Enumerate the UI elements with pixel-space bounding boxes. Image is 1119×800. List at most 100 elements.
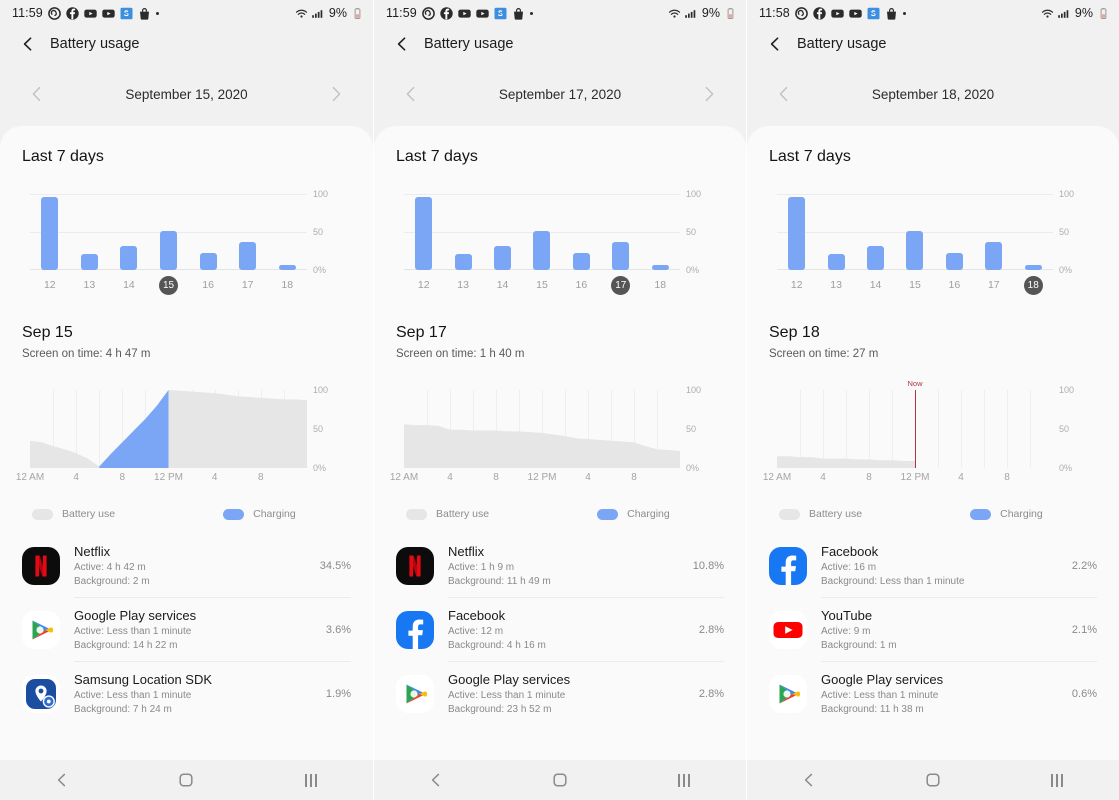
back-button[interactable] [18,34,38,54]
app-usage-row[interactable]: Facebook Active: 16 m Background: Less tha… [769,534,1097,597]
bar-column[interactable] [1014,194,1053,270]
day-tick-selected[interactable]: 17 [601,274,640,296]
system-navigation-bar [747,760,1119,800]
status-bar-left: 11:59 [12,6,159,20]
previous-day-button[interactable] [26,83,48,105]
facebook-icon [769,546,807,585]
day-tick[interactable]: 17 [974,274,1013,296]
bar-column[interactable] [601,194,640,270]
day-tick[interactable]: 15 [522,274,561,296]
bar-x-axis: 12 13 14 15 16 17 18 [777,274,1053,296]
app-usage-row[interactable]: Google Play services Active: Less than 1 … [396,662,724,725]
bar [160,231,178,270]
bar-column[interactable] [935,194,974,270]
day-tick[interactable]: 14 [856,274,895,296]
bar-column[interactable] [777,194,816,270]
shopping-bag-icon [138,7,151,20]
bar-column[interactable] [267,194,307,270]
day-tick-selected[interactable]: 15 [149,274,189,296]
app-usage-row[interactable]: Samsung Location SDK Active: Less than 1 … [22,662,351,725]
app-usage-row[interactable]: Google Play services Active: Less than 1 … [769,662,1097,725]
bar-column[interactable] [974,194,1013,270]
app-name: YouTube [821,608,873,623]
day-tick[interactable]: 18 [267,274,307,296]
phone-screen-2: 11:59 9% Battery usage September 17, 2020 La… [373,0,746,800]
next-day-button[interactable] [325,83,347,105]
bar-column[interactable] [30,194,70,270]
bar-column[interactable] [562,194,601,270]
bar-column[interactable] [483,194,522,270]
bar-column[interactable] [109,194,149,270]
wifi-icon [668,7,681,20]
app-usage-row[interactable]: Netflix Active: 4 h 42 m Background: 2 m 34… [22,534,351,597]
day-tick[interactable]: 12 [777,274,816,296]
previous-day-button[interactable] [400,83,422,105]
status-bar-right: 9% [668,6,737,20]
nav-recents-button[interactable] [622,773,746,787]
bar-column[interactable] [895,194,934,270]
bar-column[interactable] [228,194,268,270]
back-button[interactable] [392,34,412,54]
netflix-icon [396,546,434,585]
bar-column[interactable] [443,194,482,270]
time-tick: 8 [631,472,637,483]
time-tick: 12 PM [900,472,930,483]
app-usage-row[interactable]: Facebook Active: 12 m Background: 4 h 16 m… [396,598,724,661]
nav-back-button[interactable] [0,770,124,790]
day-tick-label: 13 [830,279,842,291]
day-tick[interactable]: 12 [404,274,443,296]
y-tick: 0% [1059,265,1073,275]
app-usage-row[interactable]: Netflix Active: 1 h 9 m Background: 11 h 4… [396,534,724,597]
bar [945,253,963,270]
day-tick[interactable]: 13 [443,274,482,296]
day-tick[interactable]: 16 [188,274,228,296]
day-tick[interactable]: 14 [483,274,522,296]
nav-home-button[interactable] [124,770,248,790]
app-usage-row[interactable]: Google Play services Active: Less than 1 … [22,598,351,661]
app-battery-percent: 0.6% [1071,687,1097,700]
nav-back-button[interactable] [747,770,871,790]
back-button[interactable] [765,34,785,54]
previous-day-button[interactable] [773,83,795,105]
nav-back-button[interactable] [374,770,498,790]
day-tick[interactable]: 12 [30,274,70,296]
bar-column[interactable] [188,194,228,270]
nav-recents-button[interactable] [995,773,1119,787]
threads-icon [48,6,61,20]
day-tick[interactable]: 13 [70,274,110,296]
system-navigation-bar [374,760,746,800]
bar-column[interactable] [856,194,895,270]
day-tick[interactable]: 17 [228,274,268,296]
area-y-axis: 100 50 0% [1053,385,1093,473]
app-usage-details: Netflix Active: 1 h 9 m Background: 11 h 4… [448,544,683,587]
status-bar-left: 11:58 [759,6,906,20]
day-tick[interactable]: 16 [562,274,601,296]
battery-low-icon [1097,7,1110,20]
bar-column[interactable] [404,194,443,270]
bar-column[interactable] [70,194,110,270]
nav-home-button[interactable] [498,770,622,790]
day-tick-selected[interactable]: 18 [1014,274,1053,296]
day-tick[interactable]: 16 [935,274,974,296]
day-tick-label: 15 [536,279,548,291]
bar-column[interactable] [816,194,855,270]
bar-column[interactable] [522,194,561,270]
legend-battery-use: Battery use [779,508,862,520]
day-tick[interactable]: 13 [816,274,855,296]
bar-column[interactable] [149,194,189,270]
samsung-app-icon [867,7,880,20]
time-tick: 4 [73,472,79,483]
nav-home-button[interactable] [871,770,995,790]
day-tick[interactable]: 14 [109,274,149,296]
day-tick[interactable]: 15 [895,274,934,296]
day-tick[interactable]: 18 [641,274,680,296]
nav-recents-button[interactable] [249,773,373,787]
app-background-time: Background: 11 h 49 m [448,576,551,587]
battery-percent-label: 9% [1074,6,1093,20]
bar-column[interactable] [641,194,680,270]
app-active-time: Active: Less than 1 minute [74,626,192,637]
app-usage-row[interactable]: YouTube Active: 9 m Background: 1 m 2.1% [769,598,1097,661]
bar-y-axis: 100 50 0% [1053,189,1093,275]
back-chevron-icon [799,770,819,790]
next-day-button[interactable] [698,83,720,105]
